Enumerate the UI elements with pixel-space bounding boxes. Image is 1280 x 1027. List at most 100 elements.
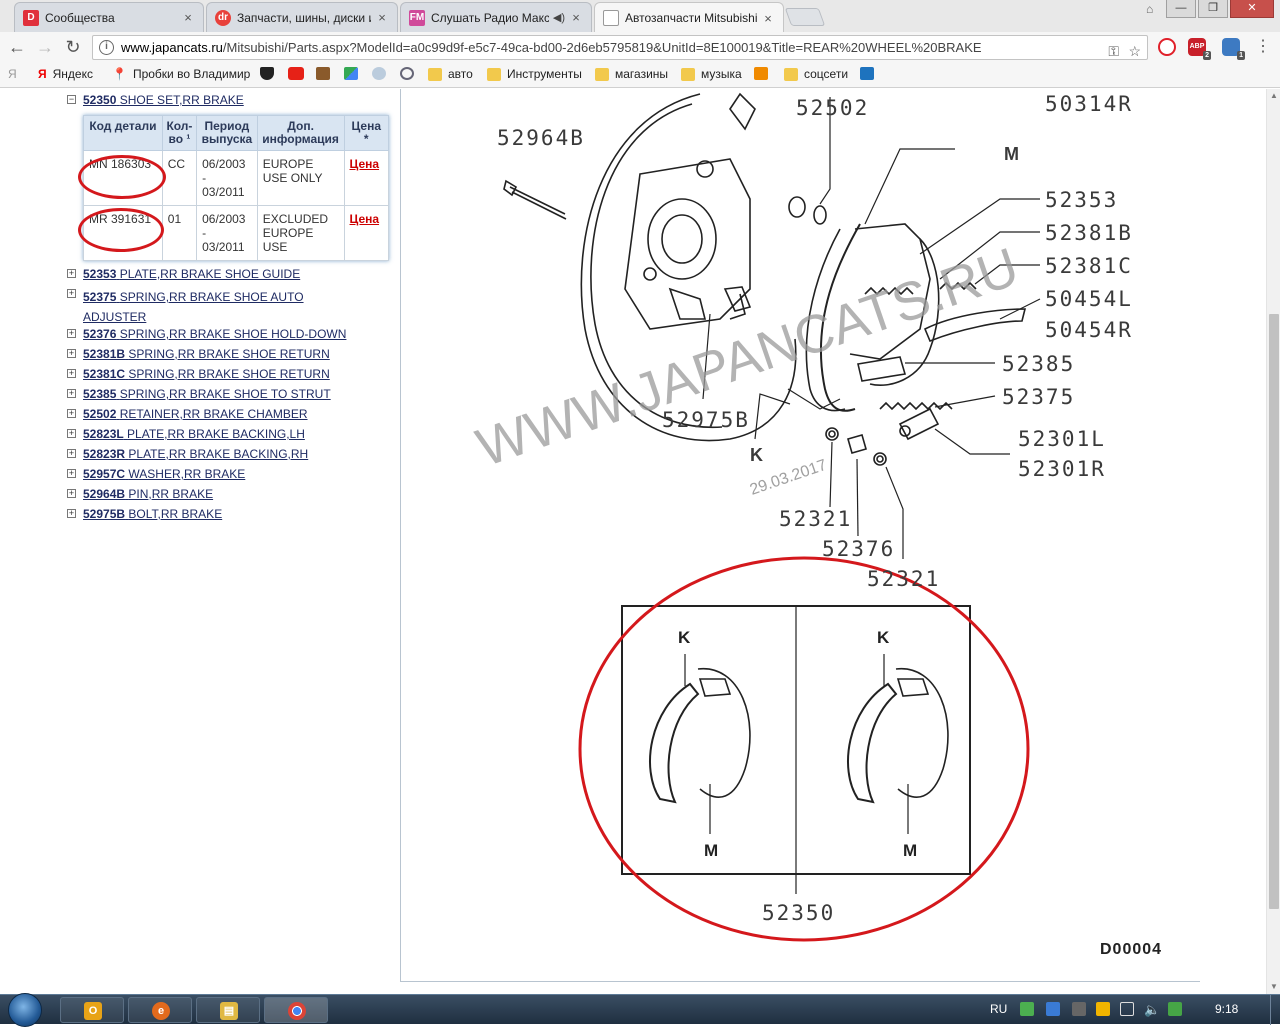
part-link[interactable]: 52823R PLATE,RR BRAKE BACKING,RH	[83, 447, 308, 461]
bookmark-photo[interactable]	[316, 67, 336, 80]
bookmark-yandex-small[interactable]: Я	[8, 67, 17, 81]
app-tray-icon[interactable]	[1046, 1002, 1060, 1016]
outlook-tray-icon[interactable]	[1096, 1002, 1110, 1016]
bookmark-ok[interactable]	[754, 67, 774, 80]
tree-item-52975b[interactable]: +52975B BOLT,RR BRAKE	[66, 507, 396, 527]
new-tab-button[interactable]	[784, 8, 826, 26]
bookmark-d[interactable]	[860, 67, 880, 80]
taskbar-app-explorer[interactable]: ▤	[196, 997, 260, 1023]
close-tab-icon[interactable]: ×	[569, 10, 583, 25]
star-icon[interactable]: ☆	[1128, 40, 1141, 59]
expand-icon[interactable]: +	[67, 449, 76, 458]
part-link[interactable]: 52823L PLATE,RR BRAKE BACKING,LH	[83, 427, 305, 441]
opera-icon[interactable]	[1158, 38, 1176, 56]
expand-icon[interactable]: +	[67, 409, 76, 418]
expand-icon[interactable]: +	[67, 329, 76, 338]
part-link[interactable]: 52957C WASHER,RR BRAKE	[83, 467, 245, 481]
close-tab-icon[interactable]: ×	[375, 10, 389, 25]
expand-icon[interactable]: +	[67, 469, 76, 478]
part-link[interactable]: 52502 RETAINER,RR BRAKE CHAMBER	[83, 407, 308, 421]
expand-icon[interactable]: +	[67, 429, 76, 438]
price-link[interactable]: Цена	[350, 212, 380, 226]
update-icon[interactable]	[1168, 1002, 1182, 1016]
expand-icon[interactable]: +	[67, 349, 76, 358]
expand-icon[interactable]: +	[67, 389, 76, 398]
part-link[interactable]: 52381C SPRING,RR BRAKE SHOE RETURN	[83, 367, 330, 381]
show-desktop-button[interactable]	[1270, 995, 1280, 1025]
key-icon[interactable]: ⚿	[1108, 40, 1119, 59]
scroll-up-icon[interactable]: ▲	[1267, 89, 1280, 103]
tab-parts[interactable]: dr Запчасти, шины, диски и ×	[206, 2, 398, 32]
address-bar[interactable]: i www.japancats.ru/Mitsubishi/Parts.aspx…	[92, 35, 1148, 60]
expand-icon[interactable]: +	[67, 269, 76, 278]
close-tab-icon[interactable]: ×	[181, 10, 195, 25]
tree-item-52381c[interactable]: +52381C SPRING,RR BRAKE SHOE RETURN	[66, 367, 396, 387]
network-icon[interactable]	[1120, 1002, 1134, 1016]
volume-icon[interactable]: 🔈	[1144, 1002, 1160, 1018]
part-link[interactable]: 52385 SPRING,RR BRAKE SHOE TO STRUT	[83, 387, 331, 401]
tree-item-52823r[interactable]: +52823R PLATE,RR BRAKE BACKING,RH	[66, 447, 396, 467]
site-info-icon[interactable]: i	[99, 40, 114, 55]
reload-button[interactable]: ↻	[62, 37, 84, 59]
scroll-thumb[interactable]	[1269, 314, 1279, 909]
price-link[interactable]: Цена	[350, 157, 380, 171]
collapse-icon[interactable]: −	[67, 95, 76, 104]
tree-item-52376[interactable]: +52376 SPRING,RR BRAKE SHOE HOLD-DOWN	[66, 327, 396, 347]
tree-item-52823l[interactable]: +52823L PLATE,RR BRAKE BACKING,LH	[66, 427, 396, 447]
part-link[interactable]: 52353 PLATE,RR BRAKE SHOE GUIDE	[83, 267, 300, 281]
part-link[interactable]: 52964B PIN,RR BRAKE	[83, 487, 213, 501]
bookmark-link[interactable]	[372, 67, 392, 80]
tree-item-52385[interactable]: +52385 SPRING,RR BRAKE SHOE TO STRUT	[66, 387, 396, 407]
adblock-icon[interactable]: ABP 2	[1188, 38, 1211, 60]
forward-button[interactable]: →	[34, 37, 56, 59]
scroll-down-icon[interactable]: ▼	[1267, 980, 1280, 994]
expand-icon[interactable]: +	[67, 289, 76, 298]
language-indicator[interactable]: RU	[990, 1002, 1007, 1016]
menu-icon[interactable]: ⋮	[1252, 37, 1274, 59]
tree-item-52964b[interactable]: +52964B PIN,RR BRAKE	[66, 487, 396, 507]
speaker-icon[interactable]: ◀)	[553, 11, 565, 24]
bookmark-maps[interactable]	[344, 67, 364, 80]
maximize-button[interactable]: ❐	[1198, 0, 1228, 18]
taskbar-app-browser[interactable]: e	[128, 997, 192, 1023]
vertical-scrollbar[interactable]: ▲ ▼	[1266, 89, 1280, 994]
taskbar-app-chrome[interactable]	[264, 997, 328, 1023]
part-link[interactable]: 52350 SHOE SET,RR BRAKE	[83, 93, 244, 107]
tree-item-52381b[interactable]: +52381B SPRING,RR BRAKE SHOE RETURN	[66, 347, 396, 367]
tab-communities[interactable]: D Сообщества ×	[14, 2, 204, 32]
tab-mitsubishi-parts[interactable]: Автозапчасти Mitsubishi ×	[594, 2, 784, 33]
clock[interactable]: 9:18	[1215, 1002, 1238, 1016]
close-tab-icon[interactable]: ×	[761, 11, 775, 26]
bookmark-folder-social[interactable]: соцсети	[784, 67, 848, 81]
display-icon[interactable]	[1072, 1002, 1086, 1016]
bookmark-folder-tools[interactable]: Инструменты	[487, 67, 582, 81]
bookmark-youtube[interactable]	[288, 67, 310, 80]
tab-radio[interactable]: FM Слушать Радио Макси ◀) ×	[400, 2, 592, 32]
close-window-button[interactable]: ✕	[1230, 0, 1274, 18]
start-button[interactable]	[8, 993, 42, 1027]
part-link[interactable]: 52975B BOLT,RR BRAKE	[83, 507, 222, 521]
expand-icon[interactable]: +	[67, 489, 76, 498]
taskbar-app-outlook[interactable]: O	[60, 997, 124, 1023]
back-button[interactable]: ←	[6, 37, 28, 59]
bookmark-folder-music[interactable]: музыка	[681, 67, 742, 81]
expand-icon[interactable]: +	[67, 509, 76, 518]
minimize-button[interactable]: —	[1166, 0, 1196, 18]
bookmark-circle[interactable]	[400, 67, 420, 80]
network-monitor-icon[interactable]	[1020, 1002, 1034, 1016]
part-link[interactable]: 52376 SPRING,RR BRAKE SHOE HOLD-DOWN	[83, 327, 346, 341]
expand-icon[interactable]: +	[67, 369, 76, 378]
tree-item-52353[interactable]: +52353 PLATE,RR BRAKE SHOE GUIDE	[66, 267, 396, 287]
tree-item-52957c[interactable]: +52957C WASHER,RR BRAKE	[66, 467, 396, 487]
bookmark-yandex[interactable]: Я Яндекс	[38, 67, 93, 81]
part-link[interactable]: 52375 SPRING,RR BRAKE SHOE AUTO ADJUSTER	[83, 290, 304, 324]
part-link[interactable]: 52381B SPRING,RR BRAKE SHOE RETURN	[83, 347, 330, 361]
extension-icon[interactable]: 1	[1222, 38, 1245, 60]
bookmark-traffic[interactable]: 📍 Пробки во Владимир	[112, 67, 250, 81]
bookmark-folder-shops[interactable]: магазины	[595, 67, 668, 81]
bookmark-shield[interactable]	[260, 67, 280, 80]
tree-item-52375[interactable]: +52375 SPRING,RR BRAKE SHOE AUTO ADJUSTE…	[66, 287, 346, 327]
bookmark-folder-auto[interactable]: авто	[428, 67, 473, 81]
tree-item-52350[interactable]: − 52350 SHOE SET,RR BRAKE	[66, 93, 396, 113]
tree-item-52502[interactable]: +52502 RETAINER,RR BRAKE CHAMBER	[66, 407, 396, 427]
